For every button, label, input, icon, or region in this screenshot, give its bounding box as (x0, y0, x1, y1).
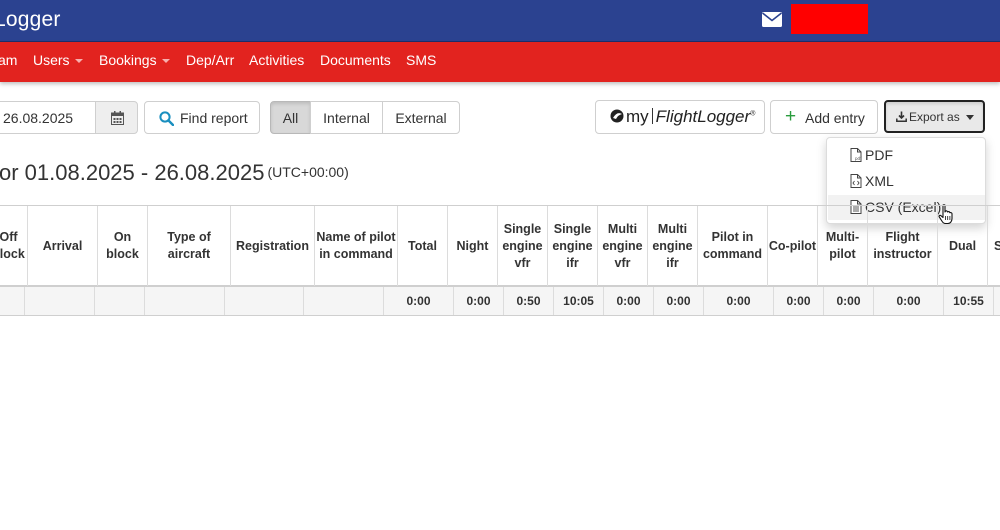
total-cell (95, 287, 145, 315)
total-cell: 0:00 (774, 287, 824, 315)
export-xml-item[interactable]: XML (828, 169, 985, 194)
export-as-button[interactable]: Export as (884, 100, 985, 133)
envelope-icon[interactable] (762, 12, 782, 27)
nav-item-team[interactable]: am (0, 52, 17, 68)
main-nav: am Users Bookings Dep/Arr Activities Doc… (0, 42, 1000, 82)
export-pdf-item[interactable]: pdf PDF (828, 143, 985, 168)
total-cell (25, 287, 95, 315)
nav-item-documents[interactable]: Documents (320, 52, 391, 68)
col-single-engine-vfr[interactable]: Single engine vfr (498, 206, 548, 286)
date-to-input[interactable]: 26.08.2025 (0, 101, 96, 134)
nav-item-users[interactable]: Users (33, 52, 83, 68)
chevron-down-icon (161, 59, 170, 64)
total-cell (0, 287, 25, 315)
total-cell: 0:00 (604, 287, 654, 315)
add-entry-label: Add entry (805, 110, 865, 126)
total-cell (145, 287, 225, 315)
table-header: Off block Arrival On block Type of aircr… (0, 205, 1000, 287)
col-multi-engine-ifr[interactable]: Multi engine ifr (648, 206, 698, 286)
export-xml-label: XML (865, 173, 894, 189)
find-report-label: Find report (180, 110, 248, 126)
col-arrival[interactable]: Arrival (28, 206, 98, 286)
col-multi-engine-vfr[interactable]: Multi engine vfr (598, 206, 648, 286)
total-cell: 0:00 (874, 287, 944, 315)
add-entry-button[interactable]: + Add entry (770, 100, 878, 134)
plus-icon: + (785, 106, 797, 127)
total-cell: 0:00 (824, 287, 874, 315)
col-pilot-in-command[interactable]: Pilot in command (698, 206, 768, 286)
col-off-block[interactable]: Off block (0, 206, 28, 286)
chevron-down-icon (966, 115, 974, 120)
nav-item-bookings[interactable]: Bookings (99, 52, 170, 68)
export-as-label: Export as (909, 110, 960, 124)
top-header: Logger (0, 0, 1000, 42)
filter-internal-button[interactable]: Internal (310, 101, 383, 134)
col-night[interactable]: Night (448, 206, 498, 286)
calendar-button[interactable] (95, 101, 138, 134)
total-cell (304, 287, 384, 315)
total-cell: 0:50 (504, 287, 554, 315)
total-cell: 0:00 (384, 287, 454, 315)
total-cell: 0:00 (654, 287, 704, 315)
total-cell: 10:05 (554, 287, 604, 315)
table-row: 0:00 0:00 0:50 10:05 0:00 0:00 0:00 0:00… (0, 287, 1000, 316)
find-report-button[interactable]: Find report (144, 101, 260, 134)
myflightlogger-logo-icon (610, 109, 624, 123)
total-cell (225, 287, 304, 315)
chevron-down-icon (74, 59, 83, 64)
total-cell: 0:00 (454, 287, 504, 315)
filter-all-button[interactable]: All (270, 101, 311, 134)
col-flight-instructor[interactable]: Flight instructor (868, 206, 938, 286)
calendar-icon (111, 111, 124, 125)
download-icon (896, 111, 907, 122)
search-icon (159, 111, 174, 126)
col-co-pilot[interactable]: Co-pilot (768, 206, 818, 286)
nav-item-sms[interactable]: SMS (406, 52, 436, 68)
export-pdf-label: PDF (865, 147, 893, 163)
total-cell: 10:55 (944, 287, 994, 315)
col-total[interactable]: Total (398, 206, 448, 286)
col-multi-pilot[interactable]: Multi-pilot (818, 206, 868, 286)
user-menu[interactable] (791, 4, 868, 34)
col-pilot-in-command-name[interactable]: Name of pilot in command (315, 206, 398, 286)
pdf-file-icon: pdf (850, 148, 862, 162)
nav-item-activities[interactable]: Activities (249, 52, 304, 68)
total-cell (994, 287, 1000, 315)
myflightlogger-button[interactable]: my FlightLogger® (595, 100, 765, 134)
col-on-block[interactable]: On block (98, 206, 148, 286)
app-title[interactable]: Logger (0, 8, 61, 32)
report-title: or 01.08.2025 - 26.08.2025 (UTC+00:00) (0, 160, 349, 185)
total-cell: 0:00 (704, 287, 774, 315)
filter-external-button[interactable]: External (382, 101, 460, 134)
col-dual[interactable]: Dual (938, 206, 988, 286)
myflightlogger-wordmark: my FlightLogger® (626, 107, 756, 126)
col-registration[interactable]: Registration (231, 206, 315, 286)
svg-text:pdf: pdf (855, 156, 862, 161)
col-single-engine-ifr[interactable]: Single engine ifr (548, 206, 598, 286)
code-file-icon (850, 174, 862, 188)
col-s[interactable]: S (988, 206, 1000, 286)
nav-item-dep-arr[interactable]: Dep/Arr (186, 52, 234, 68)
col-type-of-aircraft[interactable]: Type of aircraft (148, 206, 231, 286)
